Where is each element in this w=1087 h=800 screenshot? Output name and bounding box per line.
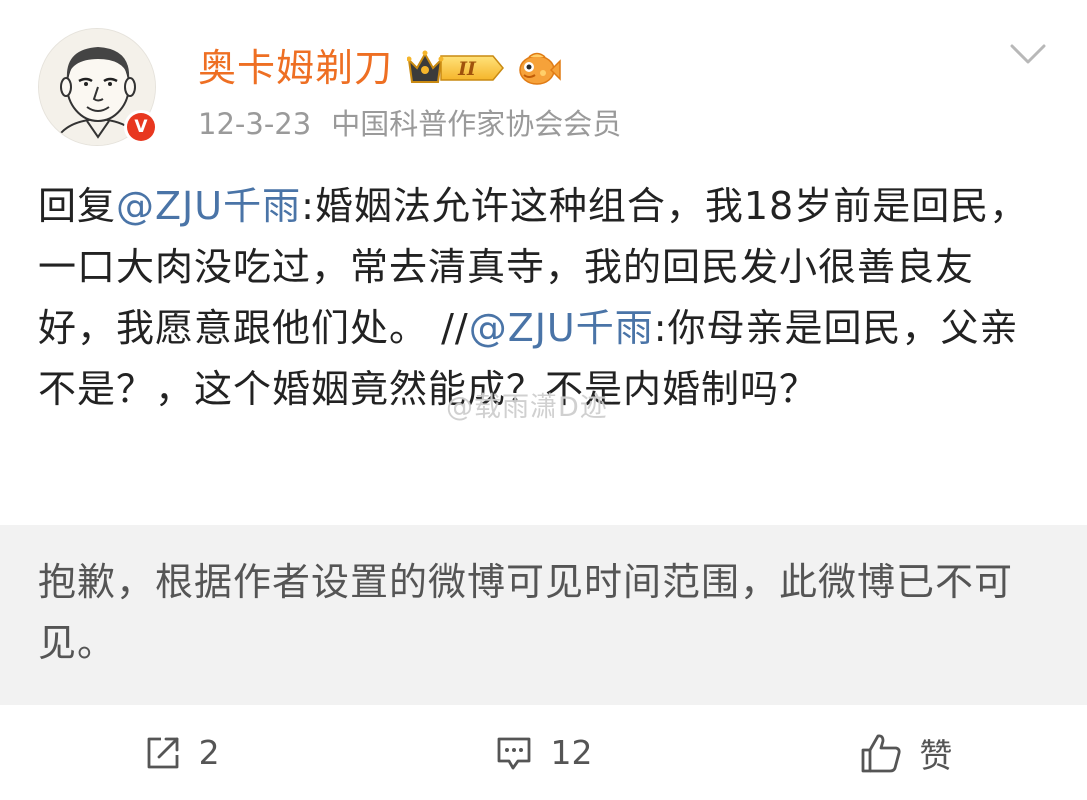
- chevron-down-icon[interactable]: [1008, 40, 1048, 70]
- weibo-post-card: V 奥卡姆剃刀 II 12-3-23 中国科普作家协会会员 回复@ZJU千雨:婚…: [0, 0, 1087, 800]
- comment-icon: [498, 737, 531, 769]
- author-description: 中国科普作家协会会员: [331, 107, 622, 141]
- author-name-row: 奥卡姆剃刀 II: [198, 40, 561, 96]
- thumbs-up-icon: [861, 733, 901, 772]
- fish-vip-icon[interactable]: [515, 48, 561, 88]
- post-header: V 奥卡姆剃刀 II 12-3-23 中国科普作家协会会员: [38, 28, 1048, 148]
- verified-v-icon: V: [124, 110, 158, 144]
- avatar-wrapper[interactable]: V: [38, 28, 158, 146]
- notice-text: 抱歉，根据作者设置的微博可见时间范围，此微博已不可见。: [38, 560, 1014, 665]
- crown-level-icon[interactable]: II: [407, 48, 505, 88]
- like-label: 赞: [919, 735, 953, 775]
- post-meta: 12-3-23 中国科普作家协会会员: [198, 104, 621, 144]
- hidden-post-notice: 抱歉，根据作者设置的微博可见时间范围，此微博已不可见。: [0, 525, 1087, 705]
- mention-link[interactable]: @ZJU千雨: [116, 184, 301, 228]
- like-button[interactable]: 赞: [725, 705, 1087, 800]
- author-name[interactable]: 奥卡姆剃刀: [198, 40, 393, 96]
- post-date: 12-3-23: [198, 107, 312, 141]
- post-text-reply-prefix: 回复: [38, 184, 117, 228]
- comment-button[interactable]: 12: [362, 705, 724, 800]
- comment-count: 12: [550, 733, 593, 772]
- repost-button[interactable]: 2: [0, 705, 362, 800]
- action-bar: 2 12 赞: [0, 705, 1087, 800]
- repost-count: 2: [198, 733, 220, 772]
- post-body: 回复@ZJU千雨:婚姻法允许这种组合，我18岁前是回民，一口大肉没吃过，常去清真…: [38, 176, 1050, 420]
- repost-icon: [147, 737, 179, 768]
- level-label: II: [457, 58, 477, 80]
- mention-link[interactable]: @ZJU千雨: [469, 306, 654, 350]
